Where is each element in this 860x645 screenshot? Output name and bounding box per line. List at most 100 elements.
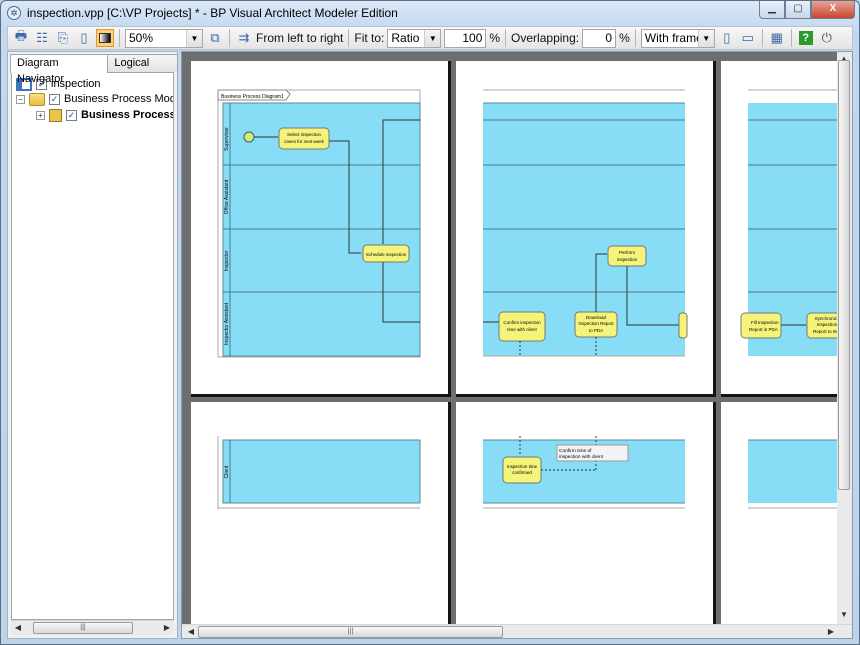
scrollbar-thumb[interactable]: |||	[33, 622, 133, 634]
svg-text:Confirm inspection: Confirm inspection	[503, 320, 541, 325]
canvas-horizontal-scrollbar[interactable]: ◀ ||| ▶	[182, 624, 852, 638]
ratio-input[interactable]: 100	[444, 28, 487, 48]
layout-icon[interactable]: ▦	[768, 29, 786, 47]
overlapping-input[interactable]: 0	[582, 28, 617, 48]
close-preview-icon[interactable]: ⏻	[818, 29, 836, 47]
title-bar: ✲ inspection.vpp [C:\VP Projects] * - BP…	[1, 1, 859, 25]
chevron-down-icon[interactable]: ▼	[697, 29, 714, 47]
preview-page[interactable]	[721, 402, 852, 638]
page-content: Confirm time of inspection with client I…	[483, 436, 685, 509]
scroll-right-icon[interactable]: ▶	[824, 625, 838, 638]
separator	[229, 29, 230, 47]
window-title: inspection.vpp [C:\VP Projects] * - BP V…	[27, 6, 398, 20]
scroll-left-icon[interactable]: ◀	[184, 625, 198, 638]
svg-text:Download: Download	[586, 315, 607, 320]
lane-label: Office Assistant	[224, 179, 230, 214]
tab-diagram-navigator[interactable]: Diagram Navigator	[10, 54, 109, 85]
svg-text:Inspection Report: Inspection Report	[578, 321, 614, 326]
zoom-value: 50%	[129, 31, 154, 45]
frame-combo[interactable]: With frame ▼	[640, 28, 715, 48]
lane-label: Supervisor	[224, 127, 230, 151]
preview-page[interactable]: Confirm inspection time with client Down…	[456, 61, 716, 397]
separator	[348, 29, 350, 47]
chevron-down-icon[interactable]: ▼	[424, 29, 441, 47]
task-fill-report	[740, 312, 782, 339]
portrait-icon[interactable]: ▯	[718, 29, 736, 47]
minimize-button[interactable]: ▁	[759, 1, 785, 19]
fit-to-combo[interactable]: Ratio ▼	[387, 28, 442, 48]
pool	[222, 439, 421, 504]
page-content	[748, 439, 852, 509]
scrollbar-thumb[interactable]: |||	[198, 626, 503, 638]
separator	[634, 29, 636, 47]
svg-text:inspection: inspection	[617, 257, 638, 262]
page-content: Fill Inspection Report in PDA Synchroniz…	[740, 89, 852, 356]
svg-text:Inspection time: Inspection time	[507, 464, 538, 469]
svg-text:inspection with client: inspection with client	[559, 454, 604, 460]
zoom-combo[interactable]: 50% ▼	[125, 28, 203, 48]
navigator-horizontal-scrollbar[interactable]: ◀ ||| ▶	[11, 620, 174, 635]
page-content: Client	[217, 436, 421, 509]
tree-node-diagram[interactable]: + ✓ Business Process Diagram1	[36, 107, 174, 123]
fit-to-label: Fit to:	[354, 31, 385, 45]
collapse-icon[interactable]: −	[16, 94, 25, 104]
fit-to-value: Ratio	[391, 31, 420, 45]
navigator-tree: ✓ inspection − ✓ Business Process Modeli…	[11, 72, 174, 620]
page-content: Business Process Diagram1 Supervisor Off…	[217, 89, 421, 358]
checkbox[interactable]: ✓	[66, 109, 77, 121]
scroll-down-icon[interactable]: ▼	[837, 608, 851, 622]
page-setup-icon[interactable]: ☷	[33, 29, 51, 47]
task-label: Schedule inspection	[366, 252, 407, 257]
help-icon[interactable]: ?	[797, 29, 815, 47]
chevron-down-icon[interactable]: ▼	[186, 29, 202, 47]
print-preview-toolbar: 🖶 ☷ ⎘ ▯ 50% ▼ ⧉ ⇉ From left to right Fit…	[7, 26, 853, 50]
checkbox[interactable]: ✓	[49, 93, 60, 105]
separator	[790, 29, 792, 47]
preview-page[interactable]: Client	[191, 402, 451, 638]
svg-text:Perform: Perform	[619, 250, 635, 255]
tab-logical-view[interactable]: Logical View	[107, 54, 178, 85]
preview-page[interactable]: Confirm time of inspection with client I…	[456, 402, 716, 638]
svg-text:time with client: time with client	[507, 327, 537, 332]
grayscale-icon[interactable]	[96, 29, 114, 47]
page-content: Confirm inspection time with client Down…	[483, 89, 688, 357]
frame-title: Business Process Diagram1	[221, 94, 284, 100]
preview-page[interactable]: Fill Inspection Report in PDA Synchroniz…	[721, 61, 852, 397]
svg-text:Inspection: Inspection	[817, 322, 838, 327]
start-event	[243, 131, 255, 143]
annotation-text: Confirm time of	[559, 448, 592, 454]
task-label: cases for next week	[284, 139, 325, 144]
separator	[119, 29, 120, 47]
fit-page-icon[interactable]: ▯	[75, 29, 93, 47]
scroll-right-icon[interactable]: ▶	[160, 621, 174, 635]
svg-text:Fill Inspection: Fill Inspection	[751, 320, 779, 325]
page-order-label[interactable]: From left to right	[256, 31, 343, 45]
svg-text:to PDA: to PDA	[589, 328, 603, 333]
diagram-navigator-panel: Diagram Navigator Logical View ✓ inspect…	[7, 51, 178, 639]
print-icon[interactable]: 🖶	[12, 28, 30, 47]
export-icon[interactable]: ⎘	[54, 29, 72, 47]
bpd-icon	[49, 108, 62, 122]
tree-node-label: Business Process Diagram1	[81, 109, 174, 121]
lane-label: Inspector	[224, 250, 230, 271]
landscape-icon[interactable]: ▭	[739, 29, 757, 47]
preview-page[interactable]: Business Process Diagram1 Supervisor Off…	[191, 61, 451, 397]
print-preview-canvas: Business Process Diagram1 Supervisor Off…	[181, 51, 853, 639]
page-order-icon[interactable]: ⇉	[235, 29, 253, 47]
overlapping-label: Overlapping:	[511, 31, 580, 45]
separator	[505, 29, 507, 47]
app-logo-icon: ✲	[7, 6, 21, 20]
tree-node-folder[interactable]: − ✓ Business Process Modeling	[16, 91, 173, 107]
scroll-left-icon[interactable]: ◀	[11, 621, 25, 635]
close-button[interactable]: X	[811, 1, 855, 19]
expand-icon[interactable]: +	[36, 110, 45, 120]
task-perform-inspection	[607, 245, 647, 267]
svg-text:Report in PDA: Report in PDA	[749, 327, 778, 332]
canvas-vertical-scrollbar[interactable]: ▲ ▼	[837, 52, 852, 624]
scrollbar-thumb[interactable]	[838, 60, 850, 490]
frame-value: With frame	[644, 31, 703, 45]
task-label: Select inspection	[287, 132, 322, 137]
separator	[761, 29, 763, 47]
arrange-pages-icon[interactable]: ⧉	[206, 29, 224, 47]
maximize-button[interactable]: ▢	[785, 1, 811, 19]
